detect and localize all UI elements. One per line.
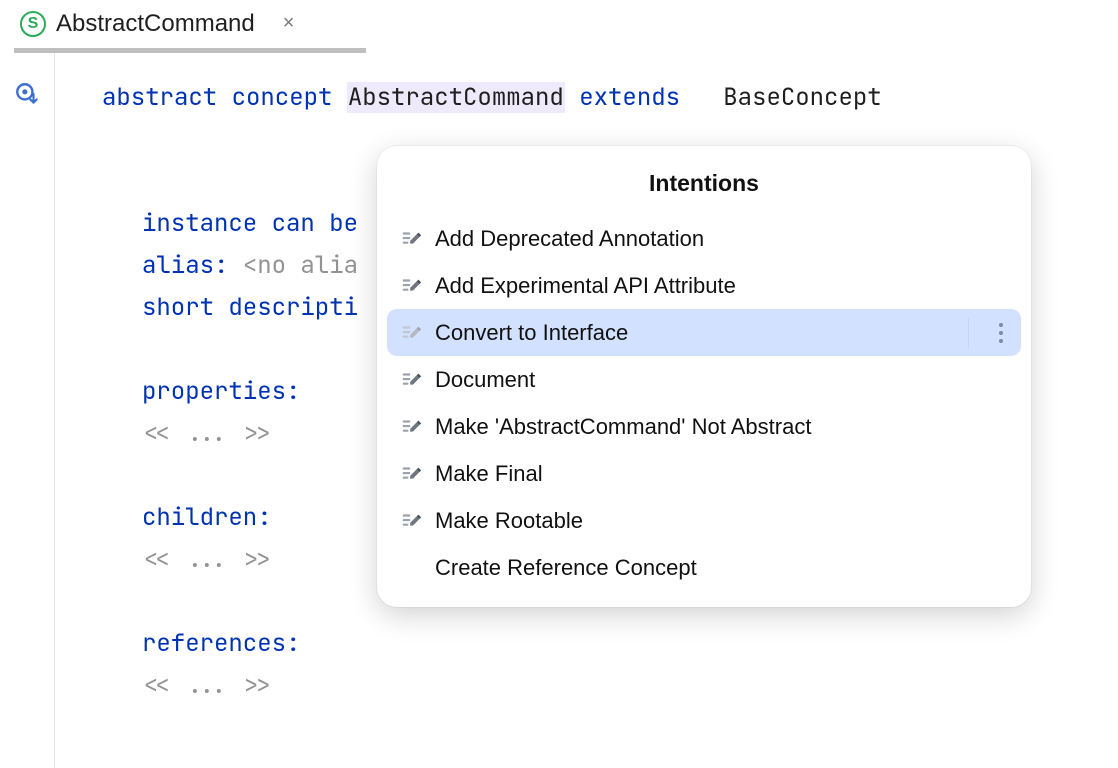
intention-item-separator — [968, 317, 969, 348]
intention-item[interactable]: Make Rootable — [387, 497, 1021, 544]
intention-label: Document — [435, 367, 535, 393]
intention-pencil-icon — [401, 228, 423, 250]
intention-label: Make 'AbstractCommand' Not Abstract — [435, 414, 811, 440]
keyword-concept: concept — [232, 82, 333, 113]
structure-icon-letter: S — [28, 15, 39, 33]
intention-item[interactable]: Create Reference Concept — [387, 544, 1021, 591]
alias-placeholder[interactable]: <no alia — [243, 250, 358, 281]
intention-pencil-icon — [401, 463, 423, 485]
keyword-children: children: — [142, 502, 272, 533]
popup-title: Intentions — [387, 160, 1021, 215]
concept-name[interactable]: AbstractCommand — [347, 82, 565, 113]
intention-item[interactable]: Convert to Interface — [387, 309, 1021, 356]
intention-label: Make Final — [435, 461, 543, 487]
intention-label: Add Experimental API Attribute — [435, 273, 736, 299]
close-icon[interactable]: × — [283, 12, 295, 35]
intention-label: Make Rootable — [435, 508, 583, 534]
references-placeholder[interactable]: << ... >> — [54, 665, 1118, 707]
intention-label: Convert to Interface — [435, 320, 628, 346]
kebab-icon[interactable] — [999, 309, 1003, 356]
intention-pencil-icon — [401, 369, 423, 391]
intention-label: Create Reference Concept — [435, 555, 697, 581]
keyword-short-description: short descripti — [142, 292, 358, 323]
intention-item[interactable]: Make Final — [387, 450, 1021, 497]
keyword-properties: properties: — [142, 376, 300, 407]
intention-label: Add Deprecated Annotation — [435, 226, 704, 252]
base-concept[interactable]: BaseConcept — [723, 82, 881, 113]
structure-icon: S — [20, 11, 46, 37]
intention-item[interactable]: Make 'AbstractCommand' Not Abstract — [387, 403, 1021, 450]
override-gutter-icon[interactable] — [14, 81, 40, 107]
keyword-extends: extends — [579, 82, 680, 113]
references-line[interactable]: references: — [54, 623, 1118, 665]
tab-title: AbstractCommand — [56, 10, 255, 38]
intention-pencil-icon — [401, 275, 423, 297]
popup-list: Add Deprecated Annotation Add Experimenta… — [387, 215, 1021, 591]
intention-item[interactable]: Add Deprecated Annotation — [387, 215, 1021, 262]
keyword-abstract: abstract — [102, 82, 217, 113]
declaration-line[interactable]: abstract concept AbstractCommand extends… — [54, 77, 1118, 119]
keyword-alias: alias: — [142, 250, 228, 281]
intention-pencil-icon — [401, 322, 423, 344]
tab-bar: S AbstractCommand × — [0, 0, 1118, 48]
intention-pencil-icon — [401, 416, 423, 438]
keyword-instance: instance can be — [142, 208, 358, 239]
editor-tab[interactable]: S AbstractCommand × — [14, 0, 300, 47]
keyword-references: references: — [142, 628, 300, 659]
intentions-popup: Intentions Add Deprecated AnnotationAdd … — [377, 146, 1031, 607]
intention-item[interactable]: Document — [387, 356, 1021, 403]
intention-pencil-icon — [401, 510, 423, 532]
gutter — [0, 53, 54, 768]
intention-item[interactable]: Add Experimental API Attribute — [387, 262, 1021, 309]
